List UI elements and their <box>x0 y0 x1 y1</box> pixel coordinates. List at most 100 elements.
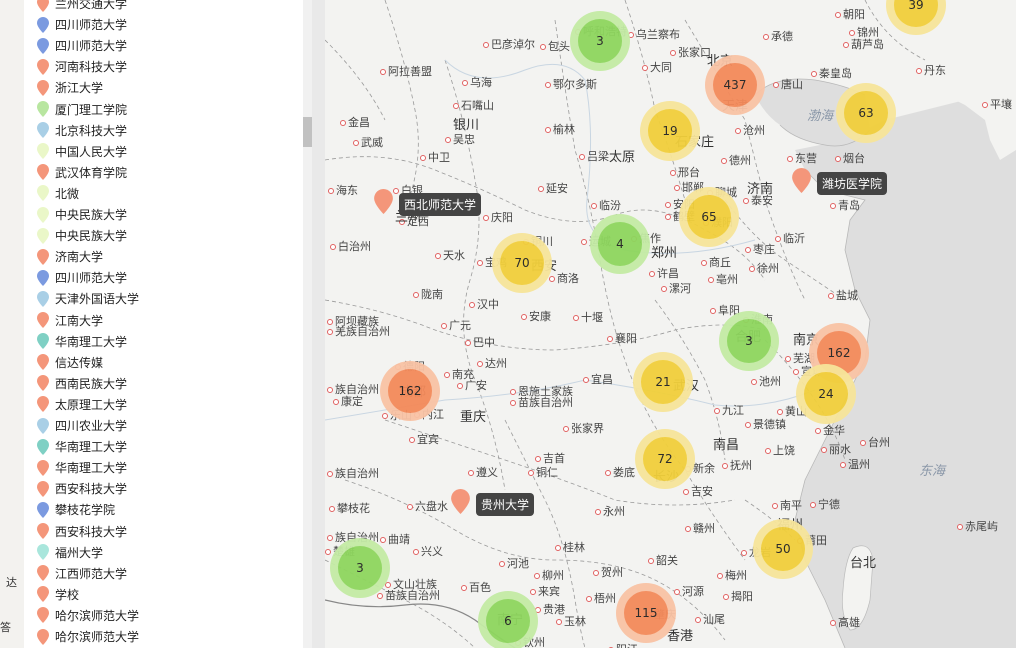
city-dot-icon <box>815 428 821 434</box>
list-item[interactable]: 西南民族大学 <box>37 373 127 394</box>
list-item[interactable]: 华南理工大学 <box>37 457 127 478</box>
map-pin-icon <box>37 480 49 497</box>
city-dot-icon <box>741 550 747 556</box>
city-label: 宜昌 <box>583 371 613 387</box>
list-item[interactable]: 武汉体育学院 <box>37 162 127 183</box>
cluster-marker[interactable]: 6 <box>478 591 538 648</box>
map-pin-icon <box>37 206 49 223</box>
list-item[interactable]: 哈尔滨师范大学 <box>37 605 139 626</box>
map-pin-icon <box>37 185 49 202</box>
list-item[interactable]: 兰州交通大学 <box>37 0 127 14</box>
cluster-marker[interactable]: 115 <box>616 583 676 643</box>
city-label: 苗族自治州 <box>510 394 573 410</box>
cluster-marker[interactable]: 24 <box>796 364 856 424</box>
list-item[interactable]: 中央民族大学 <box>37 204 127 225</box>
list-scrollbar[interactable] <box>303 0 312 648</box>
map-pin-icon <box>37 438 49 455</box>
city-dot-icon <box>860 440 866 446</box>
city-label: 柳州 <box>534 567 564 583</box>
cluster-marker[interactable]: 70 <box>492 233 552 293</box>
city-dot-icon <box>573 315 579 321</box>
city-label: 汕尾 <box>695 611 725 627</box>
city-label: 攀枝花 <box>329 500 370 516</box>
cluster-marker[interactable]: 3 <box>719 311 779 371</box>
city-dot-icon <box>538 186 544 192</box>
list-item[interactable]: 华南理工大学 <box>37 331 127 352</box>
list-item[interactable]: 中央民族大学 <box>37 225 127 246</box>
city-label: 张家界 <box>563 420 604 436</box>
cluster-marker[interactable]: 50 <box>753 519 813 579</box>
city-dot-icon <box>377 593 383 599</box>
city-dot-icon <box>457 383 463 389</box>
map-pin-icon <box>37 79 49 96</box>
cluster-marker[interactable]: 3 <box>330 538 390 598</box>
list-item[interactable]: 四川农业大学 <box>37 415 127 436</box>
list-item[interactable]: 浙江大学 <box>37 77 103 98</box>
list-item[interactable]: 华南理工大学 <box>37 436 127 457</box>
list-item[interactable]: 四川师范大学 <box>37 267 127 288</box>
list-item[interactable]: 北微 <box>37 183 79 204</box>
cluster-marker[interactable]: 72 <box>635 429 695 489</box>
list-item[interactable]: 北京科技大学 <box>37 120 127 141</box>
location-pin-icon[interactable] <box>792 168 811 197</box>
sea-label: 渤海 <box>807 109 834 124</box>
list-item[interactable]: 西安科技大学 <box>37 478 127 499</box>
list-item[interactable]: 厦门理工学院 <box>37 99 127 120</box>
list-item[interactable]: 攀枝花学院 <box>37 499 115 520</box>
map-pin-icon <box>37 523 49 539</box>
list-item[interactable]: 西安科技大学 <box>37 521 127 542</box>
cluster-count: 39 <box>894 0 938 27</box>
city-dot-icon <box>835 156 841 162</box>
scrollbar-thumb[interactable] <box>303 117 312 147</box>
china-map[interactable]: 巴彦淖尔包头呼和浩特乌兰察布张家口承德朝阳锦州葫芦岛秦皇岛唐山阿拉善盟乌海鄂尔多… <box>325 0 1016 648</box>
list-item[interactable]: 中国人民大学 <box>37 141 127 162</box>
cluster-marker[interactable]: 437 <box>705 55 765 115</box>
list-item[interactable]: 济南大学 <box>37 246 103 267</box>
cluster-marker[interactable]: 63 <box>836 83 896 143</box>
list-item-label: 哈尔滨师范大学 <box>55 630 140 644</box>
map-pin-icon <box>37 37 49 54</box>
list-item[interactable]: 河南科技大学 <box>37 56 127 77</box>
city-dot-icon <box>723 594 729 600</box>
cluster-marker[interactable]: 4 <box>590 214 650 274</box>
city-dot-icon <box>670 50 676 56</box>
city-label: 乌海 <box>462 74 492 90</box>
city-label: 襄阳 <box>607 330 637 346</box>
list-item[interactable]: 太原理工大学 <box>37 394 127 415</box>
cluster-marker[interactable]: 65 <box>679 187 739 247</box>
city-label: 朝阳 <box>835 6 865 22</box>
list-item[interactable]: 哈尔滨师范大学 <box>37 626 139 647</box>
location-pin-icon[interactable] <box>451 489 470 518</box>
list-item[interactable]: 江南大学 <box>37 310 103 331</box>
city-dot-icon <box>407 504 413 510</box>
city-dot-icon <box>545 82 551 88</box>
city-label: 河源 <box>674 583 704 599</box>
list-item[interactable]: 信达传媒 <box>37 352 103 373</box>
map-pin-icon <box>37 586 49 603</box>
list-item[interactable]: 四川师范大学 <box>37 14 127 35</box>
cluster-marker[interactable]: 21 <box>633 352 693 412</box>
city-dot-icon <box>499 561 505 567</box>
city-label: 阿拉善盟 <box>380 63 432 79</box>
city-label: 赤尾屿 <box>957 518 998 534</box>
list-item[interactable]: 福州大学 <box>37 542 103 563</box>
cluster-marker[interactable]: 19 <box>640 101 700 161</box>
list-item[interactable]: 四川师范大学 <box>37 35 127 56</box>
list-item-label: 中国人民大学 <box>55 144 128 159</box>
marker-tooltip: 西北师范大学 <box>399 193 482 216</box>
list-item-label: 四川师范大学 <box>55 39 128 54</box>
list-item[interactable]: 天津外国语大学 <box>37 288 139 309</box>
panel-divider <box>312 0 325 648</box>
city-label: 乌兰察布 <box>628 26 680 42</box>
city-dot-icon <box>683 489 689 495</box>
city-label: 延安 <box>538 180 568 196</box>
cluster-marker[interactable]: 162 <box>380 361 440 421</box>
list-item[interactable]: 江西师范大学 <box>37 563 127 584</box>
city-label: 沧州 <box>735 122 765 138</box>
list-item-label: 天津外国语大学 <box>55 292 140 307</box>
cluster-marker[interactable]: 3 <box>570 11 630 71</box>
location-pin-icon[interactable] <box>374 189 393 218</box>
city-dot-icon <box>649 271 655 277</box>
list-item[interactable]: 学校 <box>37 584 79 605</box>
list-item-label: 中央民族大学 <box>55 229 128 244</box>
